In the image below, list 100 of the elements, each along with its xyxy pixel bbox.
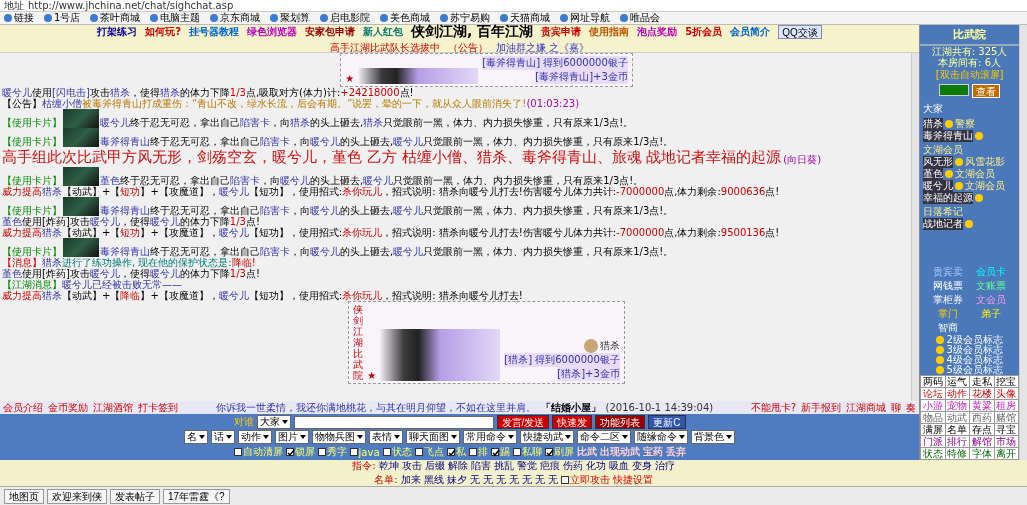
command-link[interactable]: 后缀 <box>424 459 445 473</box>
command-link[interactable]: 存点 <box>970 424 994 435</box>
command-link[interactable]: 伤药 <box>562 459 583 473</box>
command-link[interactable]: 解馆 <box>970 436 994 447</box>
checkbox[interactable] <box>544 448 553 456</box>
command-link[interactable]: 西药 <box>970 412 994 423</box>
address-url[interactable]: http://www.jhchina.net/chat/sighchat.asp <box>28 0 234 12</box>
nav-link[interactable]: 不能甩卡? <box>750 400 797 415</box>
favorite-link[interactable]: 聚划算 <box>270 11 311 25</box>
nav-link[interactable]: 新手报到 <box>801 400 842 415</box>
dropdown[interactable]: 快捷动武 <box>520 430 575 444</box>
command-link[interactable]: 动作 <box>945 388 970 399</box>
command-link[interactable]: 黄粱 <box>970 400 994 411</box>
command-link[interactable]: 字体 <box>970 448 994 459</box>
command-link[interactable]: 警觉 <box>516 459 537 473</box>
header-link[interactable]: 挂号器教程 <box>189 24 240 39</box>
search-input[interactable] <box>939 84 970 96</box>
header-link[interactable]: 5折会员 <box>685 24 723 39</box>
panel-link[interactable]: 网钱票 <box>926 279 970 293</box>
command-link[interactable]: 化功 <box>585 459 606 473</box>
favorite-link[interactable]: 茶叶商城 <box>90 11 141 25</box>
command-link[interactable]: 变身 <box>631 459 652 473</box>
command-link[interactable]: 物品 <box>921 412 945 423</box>
dropdown[interactable]: 表情 <box>369 430 404 444</box>
command-link[interactable]: 疤痕 <box>539 459 560 473</box>
dropdown[interactable]: 背景色 <box>691 430 736 444</box>
command-link[interactable]: 租房 <box>994 400 1018 411</box>
command-link[interactable]: 宠物 <box>945 400 970 411</box>
favorite-link[interactable]: 电脑主题 <box>150 11 201 25</box>
command-link[interactable]: 吸血 <box>608 459 629 473</box>
command-link[interactable]: 两码 <box>921 376 945 387</box>
action-button[interactable]: 功能列表 <box>595 415 646 429</box>
user-name[interactable]: 战地记者 <box>923 218 964 230</box>
checkbox[interactable] <box>317 448 326 456</box>
nav-link[interactable]: 会员介绍 <box>3 400 43 415</box>
recipient-select[interactable]: 大家 <box>256 415 291 429</box>
command-link[interactable]: 走私 <box>970 376 994 387</box>
target-link[interactable]: 黑线 <box>423 473 444 487</box>
dropdown[interactable]: 图片 <box>275 430 310 444</box>
target-link[interactable]: 无 <box>547 473 558 487</box>
taskbar-button[interactable]: 发表帖子 <box>110 488 160 504</box>
target-link[interactable]: 无 <box>469 473 480 487</box>
panel-link[interactable]: 弟子 <box>969 307 1013 321</box>
checkbox[interactable] <box>349 448 358 456</box>
dropdown[interactable]: 聊天面图 <box>406 430 461 444</box>
command-link[interactable]: 头像 <box>994 388 1018 399</box>
favorite-link[interactable]: 网址导航 <box>560 11 611 25</box>
favorite-link[interactable]: 苏宁易购 <box>440 11 491 25</box>
nav-link[interactable]: 金币奖励 <box>48 400 88 415</box>
command-link[interactable]: 解除 <box>447 459 468 473</box>
dropdown[interactable]: 命令二区 <box>577 430 632 444</box>
user-name[interactable]: 暖兮儿 <box>923 180 954 192</box>
header-link[interactable]: 如何玩? <box>145 24 182 39</box>
favorite-link[interactable]: 美色商城 <box>380 11 431 25</box>
command-link[interactable]: 特修 <box>945 448 970 459</box>
target-link[interactable]: 妹夕 <box>446 473 467 487</box>
user-name[interactable]: 堇色 <box>923 168 944 180</box>
user-name[interactable]: 猎杀 <box>923 118 944 130</box>
command-link[interactable]: 花楼 <box>970 388 994 399</box>
action-button[interactable]: 更新C <box>648 415 686 429</box>
user-name[interactable]: 幸福的起源 <box>923 192 974 204</box>
taskbar-button[interactable]: 地图页 <box>4 488 44 504</box>
target-link[interactable]: 无 <box>534 473 545 487</box>
command-link[interactable]: 排行 <box>945 436 970 447</box>
command-link[interactable]: 乾坤 <box>378 459 399 473</box>
command-link[interactable]: 动武 <box>945 412 970 423</box>
command-link[interactable]: 挖宝 <box>994 376 1018 387</box>
panel-link[interactable]: 会员卡 <box>969 265 1013 279</box>
command-link[interactable]: 市场 <box>994 436 1018 447</box>
favorite-link[interactable]: 天猫商城 <box>500 11 551 25</box>
command-link[interactable]: 状态 <box>921 448 945 459</box>
taskbar-button[interactable]: 17年雷霆《? <box>163 488 230 504</box>
checkbox[interactable] <box>285 448 294 456</box>
action-button[interactable]: 快速发 <box>552 415 593 429</box>
command-link[interactable]: 挑乱 <box>493 459 514 473</box>
header-link[interactable]: 打架练习 <box>97 24 138 39</box>
panel-link[interactable]: 掌柜券 <box>926 293 970 307</box>
target-link[interactable]: 无 <box>495 473 506 487</box>
everyone-item[interactable]: 大家 <box>920 100 1019 118</box>
checkbox[interactable] <box>468 448 477 456</box>
view-button[interactable]: 查看 <box>972 84 1001 98</box>
scrollbar[interactable] <box>911 53 920 401</box>
command-link[interactable]: 陷害 <box>470 459 491 473</box>
dropdown[interactable]: 话 <box>211 430 236 444</box>
favorite-link[interactable]: 京东商城 <box>210 11 261 25</box>
nav-link[interactable]: 聊 <box>891 400 902 415</box>
panel-link[interactable]: 智商 <box>926 321 970 335</box>
target-link[interactable]: 无 <box>521 473 532 487</box>
header-link[interactable]: 使用指南 <box>589 24 630 39</box>
checkbox[interactable] <box>512 448 521 456</box>
taskbar-button[interactable]: 欢迎来到侠 <box>47 488 107 504</box>
command-link[interactable]: 治疗 <box>654 459 675 473</box>
dropdown[interactable]: 物物兵图 <box>312 430 367 444</box>
command-link[interactable]: 寻宝 <box>994 424 1018 435</box>
command-link[interactable]: 攻击 <box>401 459 422 473</box>
user-name[interactable]: 毒斧得青山 <box>923 130 974 142</box>
header-link[interactable]: 贵宾申请 <box>541 24 582 39</box>
dropdown[interactable]: 动作 <box>238 430 273 444</box>
dropdown[interactable]: 名 <box>184 430 209 444</box>
dropdown[interactable]: 随缘命令 <box>634 430 689 444</box>
